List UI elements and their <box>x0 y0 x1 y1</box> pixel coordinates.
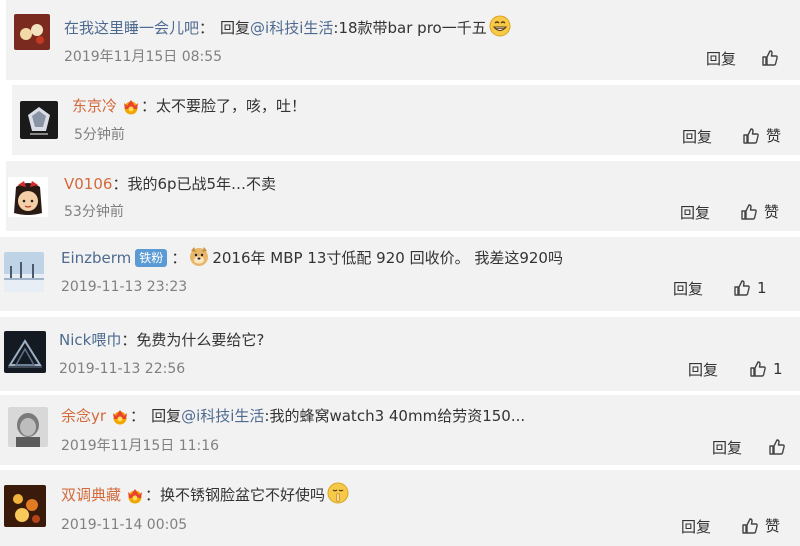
username-link[interactable]: 在我这里睡一会儿吧 <box>64 18 199 38</box>
avatar[interactable] <box>4 331 46 373</box>
colon: ： <box>145 486 161 504</box>
reply-button[interactable]: 回复 <box>681 518 711 536</box>
like-label: 赞 <box>764 203 780 221</box>
colon: ： <box>130 407 146 425</box>
reply-button[interactable]: 回复 <box>712 439 742 457</box>
comment-text: 我的6p已战5年…不卖 <box>127 175 277 193</box>
timestamp: 2019年11月15日 11:16 <box>61 438 220 454</box>
like-label: 赞 <box>765 517 781 535</box>
username-link[interactable]: 双调典藏 <box>61 485 121 505</box>
like-button[interactable]: 赞 <box>740 203 779 221</box>
like-count: 1 <box>757 279 767 297</box>
comment-line: 双调典藏 ：换不锈钢脸盆它不好使吗 <box>61 482 351 505</box>
colon: ： <box>171 249 187 267</box>
colon: ： <box>112 175 128 193</box>
comment-line: 在我这里睡一会儿吧： 回复 @i科技i生活:18款带bar pro一千五 <box>64 15 513 38</box>
thumbs-up-icon <box>741 517 759 535</box>
like-count: 1 <box>773 360 783 378</box>
username-link[interactable]: 东京冷 <box>72 96 117 116</box>
comment-text: 2016年 MBP 13寸低配 920 回收价。 我差这920吗 <box>212 249 563 267</box>
like-button[interactable]: 赞 <box>742 127 781 145</box>
thumbs-up-icon <box>768 438 786 456</box>
comment-text: 免费为什么要给它? <box>136 331 265 349</box>
comment-line: 余念yr ： 回复 @i科技i生活:我的蜂窝watch3 40mm给劳资150..… <box>61 406 525 426</box>
vip-crown-icon <box>121 97 141 115</box>
avatar[interactable] <box>4 252 44 292</box>
like-button[interactable]: 1 <box>749 360 783 378</box>
comment-card: V0106：我的6p已战5年…不卖 53分钟前 回复 赞 <box>6 161 800 231</box>
colon: ： <box>121 331 137 349</box>
timestamp: 5分钟前 <box>74 127 125 143</box>
comment-text: 换不锈钢脸盆它不好使吗 <box>160 486 326 504</box>
fan-badge: 铁粉 <box>135 249 168 267</box>
reply-button[interactable]: 回复 <box>682 128 712 146</box>
comment-line: 东京冷 ：太不要脸了，咳，吐！ <box>72 96 306 116</box>
colon: ： <box>141 97 157 115</box>
like-button[interactable]: 赞 <box>741 517 780 535</box>
comment-card: 双调典藏 ：换不锈钢脸盆它不好使吗 2019-11-14 00:05 回复 赞 <box>0 470 800 546</box>
avatar[interactable] <box>8 177 48 217</box>
like-button[interactable] <box>761 49 779 67</box>
timestamp: 2019年11月15日 08:55 <box>64 49 223 65</box>
vip-crown-icon <box>110 407 130 425</box>
comment-card: Einzberm 铁粉： 2016年 MBP 13寸低配 920 回收价。 我差… <box>0 237 800 311</box>
avatar[interactable] <box>8 407 48 447</box>
like-label: 赞 <box>766 127 782 145</box>
reply-prefix: 回复 <box>220 19 251 37</box>
vip-crown-icon <box>125 486 145 504</box>
comment-text: :我的蜂窝watch3 40mm给劳资150... <box>264 407 526 425</box>
comment-line: Einzberm 铁粉： 2016年 MBP 13寸低配 920 回收价。 我差… <box>61 246 563 268</box>
reply-button[interactable]: 回复 <box>673 280 703 298</box>
username-link[interactable]: V0106 <box>64 174 112 194</box>
comment-line: Nick喂巾：免费为什么要给它? <box>59 330 264 350</box>
doge-face-icon <box>188 245 210 272</box>
reply-prefix: 回复 <box>151 407 182 425</box>
thumbs-up-icon <box>733 279 751 297</box>
username-link[interactable]: Einzberm <box>61 248 131 268</box>
comment-card: 东京冷 ：太不要脸了，咳，吐！ 5分钟前 回复 赞 <box>12 85 800 155</box>
comment-text: :18款带bar pro一千五 <box>333 19 487 37</box>
comment-card: Nick喂巾：免费为什么要给它? 2019-11-13 22:56 回复 1 <box>0 317 800 391</box>
thumbs-up-icon <box>749 360 767 378</box>
avatar[interactable] <box>20 101 58 139</box>
shushing-face-icon <box>327 482 349 509</box>
comment-text: 太不要脸了，咳，吐！ <box>156 97 307 115</box>
comment-card: 余念yr ： 回复 @i科技i生活:我的蜂窝watch3 40mm给劳资150..… <box>0 395 800 465</box>
reply-button[interactable]: 回复 <box>680 204 710 222</box>
reply-button[interactable]: 回复 <box>706 50 736 68</box>
reply-button[interactable]: 回复 <box>688 361 718 379</box>
timestamp: 2019-11-13 22:56 <box>59 361 186 377</box>
thumbs-up-icon <box>761 49 779 67</box>
timestamp: 53分钟前 <box>64 204 124 220</box>
username-link[interactable]: Nick喂巾 <box>59 330 121 350</box>
like-button[interactable] <box>768 438 786 456</box>
avatar[interactable] <box>14 14 50 50</box>
avatar[interactable] <box>4 485 46 527</box>
comment-card: 在我这里睡一会儿吧： 回复 @i科技i生活:18款带bar pro一千五 2019… <box>6 0 800 80</box>
username-link[interactable]: 余念yr <box>61 406 106 426</box>
grinning-face-icon <box>489 15 511 42</box>
thumbs-up-icon <box>742 127 760 145</box>
timestamp: 2019-11-14 00:05 <box>61 517 188 533</box>
comment-line: V0106：我的6p已战5年…不卖 <box>64 174 276 194</box>
mention-link[interactable]: @i科技i生活 <box>250 18 333 38</box>
mention-link[interactable]: @i科技i生活 <box>181 406 264 426</box>
timestamp: 2019-11-13 23:23 <box>61 279 188 295</box>
like-button[interactable]: 1 <box>733 279 767 297</box>
thumbs-up-icon <box>740 203 758 221</box>
colon: ： <box>199 19 215 37</box>
